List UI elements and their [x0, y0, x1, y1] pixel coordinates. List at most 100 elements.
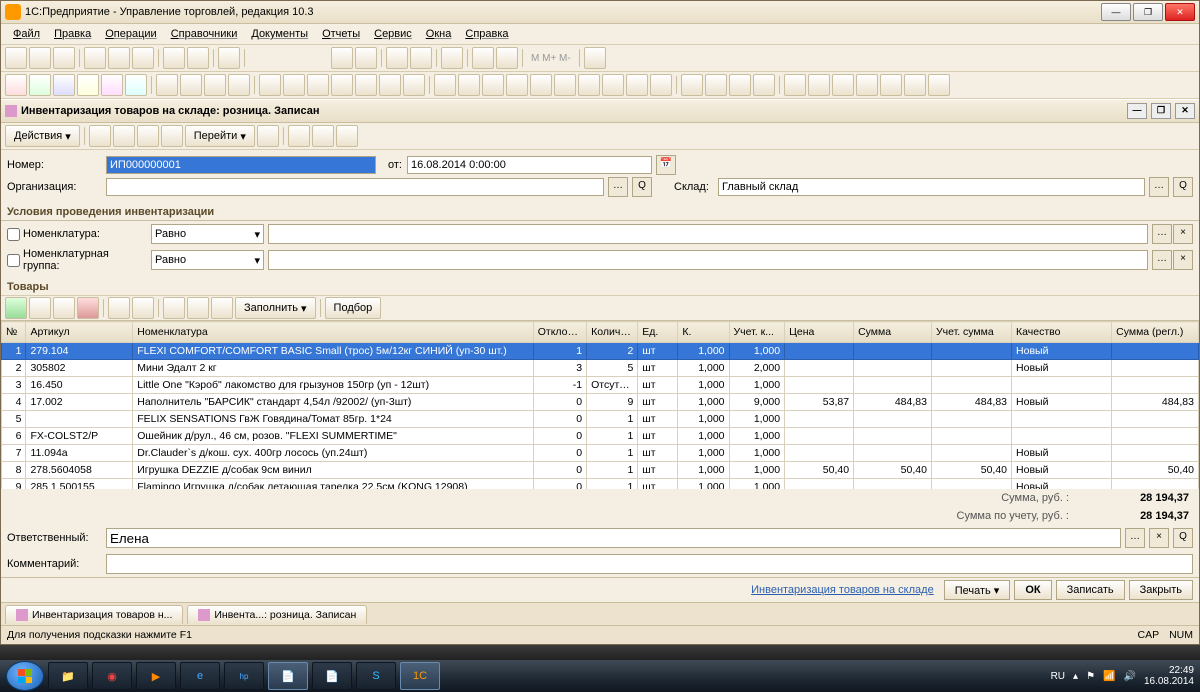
task-hp-icon[interactable]: hp — [224, 662, 264, 690]
doc-min-button[interactable]: — — [1127, 103, 1147, 119]
tb-copy-icon[interactable] — [108, 47, 130, 69]
tb-doc-icon[interactable] — [77, 74, 99, 96]
menu-documents[interactable]: Документы — [245, 26, 314, 42]
menu-catalogs[interactable]: Справочники — [165, 26, 244, 42]
tray-clock[interactable]: 22:49 16.08.2014 — [1144, 665, 1194, 688]
menu-help[interactable]: Справка — [459, 26, 514, 42]
tray-lang[interactable]: RU — [1051, 671, 1065, 682]
maximize-button[interactable]: ❐ — [1133, 3, 1163, 21]
ab-refresh-icon[interactable] — [113, 125, 135, 147]
tb-chart-icon[interactable] — [650, 74, 672, 96]
print-button[interactable]: Печать ▾ — [944, 580, 1011, 600]
tb-chart-icon[interactable] — [554, 74, 576, 96]
tray-flag-icon[interactable]: ⚑ — [1086, 671, 1095, 682]
tb-report-icon[interactable] — [283, 74, 305, 96]
tb-redo-icon[interactable] — [187, 47, 209, 69]
sklad-input[interactable] — [718, 178, 1145, 196]
tb-dropdown-icon[interactable] — [355, 47, 377, 69]
tb-journal-icon[interactable] — [228, 74, 250, 96]
actions-menu-button[interactable]: Действия▾ — [5, 125, 80, 147]
tb-btn-icon[interactable] — [386, 47, 408, 69]
resp-clear-button[interactable]: × — [1149, 528, 1169, 548]
task-skype-icon[interactable]: S — [356, 662, 396, 690]
tb-btn-icon[interactable] — [331, 47, 353, 69]
number-input[interactable] — [106, 156, 376, 174]
table-row[interactable]: 5FELIX SENSATIONS ГвЖ Говядина/Томат 85г… — [2, 411, 1199, 428]
col-article[interactable]: Артикул — [26, 322, 133, 343]
col-qty[interactable]: Количество — [587, 322, 638, 343]
tb-chart-icon[interactable] — [434, 74, 456, 96]
menu-file[interactable]: Файл — [7, 26, 46, 42]
task-media-icon[interactable]: ▶ — [136, 662, 176, 690]
group-checkbox[interactable] — [7, 254, 20, 267]
sklad-select-button[interactable]: … — [1149, 177, 1169, 197]
tt-add-icon[interactable] — [5, 297, 27, 319]
ab-save-icon[interactable] — [89, 125, 111, 147]
tray-arrow-icon[interactable]: ▴ — [1073, 671, 1078, 682]
task-app2-icon[interactable]: 📄 — [312, 662, 352, 690]
tb-misc-icon[interactable] — [904, 74, 926, 96]
col-n[interactable]: № — [2, 322, 26, 343]
tt-movedown-icon[interactable] — [132, 297, 154, 319]
tb-misc-icon[interactable] — [880, 74, 902, 96]
col-nomenclature[interactable]: Номенклатура — [133, 322, 533, 343]
col-price[interactable]: Цена — [785, 322, 854, 343]
nom-select-button[interactable]: … — [1152, 224, 1172, 244]
col-unit[interactable]: Ед. — [638, 322, 678, 343]
col-acct-sum[interactable]: Учет. сумма — [931, 322, 1011, 343]
col-quality[interactable]: Качество — [1012, 322, 1112, 343]
org-select-button[interactable]: … — [608, 177, 628, 197]
ab-print-icon[interactable] — [288, 125, 310, 147]
tb-report-icon[interactable] — [331, 74, 353, 96]
menu-operations[interactable]: Операции — [99, 26, 162, 42]
table-row[interactable]: 711.094aDr.Clauder`s д/кош. сух. 400гр л… — [2, 445, 1199, 462]
tb-misc-icon[interactable] — [856, 74, 878, 96]
menu-service[interactable]: Сервис — [368, 26, 418, 42]
sklad-open-button[interactable]: Q — [1173, 177, 1193, 197]
date-input[interactable] — [407, 156, 652, 174]
ab-export-icon[interactable] — [312, 125, 334, 147]
group-clear-button[interactable]: × — [1173, 250, 1193, 270]
tb-new-icon[interactable] — [5, 47, 27, 69]
tray-net-icon[interactable]: 📶 — [1103, 671, 1115, 682]
tb-btn-icon[interactable] — [410, 47, 432, 69]
tb-misc-icon[interactable] — [681, 74, 703, 96]
org-open-button[interactable]: Q — [632, 177, 652, 197]
nom-clear-button[interactable]: × — [1173, 224, 1193, 244]
tt-filter-icon[interactable] — [211, 297, 233, 319]
group-operator-select[interactable]: Равно▾ — [151, 250, 264, 270]
ok-button[interactable]: ОК — [1014, 580, 1051, 600]
resp-input[interactable] — [106, 528, 1121, 548]
nom-checkbox[interactable] — [7, 228, 20, 241]
tb-journal-icon[interactable] — [156, 74, 178, 96]
tb-chart-icon[interactable] — [578, 74, 600, 96]
select-button[interactable]: Подбор — [325, 297, 382, 319]
tb-paste-icon[interactable] — [132, 47, 154, 69]
col-deviation[interactable]: Отклоне... — [533, 322, 586, 343]
tb-save-icon[interactable] — [53, 47, 75, 69]
tab-doc-1[interactable]: Инвентаризация товаров н... — [5, 605, 183, 624]
task-1c-icon[interactable]: 1C — [400, 662, 440, 690]
tb-journal-icon[interactable] — [204, 74, 226, 96]
table-row[interactable]: 8278.5604058Игрушка DEZZIE д/собак 9см в… — [2, 462, 1199, 479]
tb-info-icon[interactable] — [441, 47, 463, 69]
ab-help-icon[interactable] — [257, 125, 279, 147]
tb-report-icon[interactable] — [259, 74, 281, 96]
table-row[interactable]: 316.450Little One "Кэроб" лакомство для … — [2, 377, 1199, 394]
tb-misc-icon[interactable] — [928, 74, 950, 96]
start-button[interactable] — [6, 661, 44, 691]
tb-misc-icon[interactable] — [729, 74, 751, 96]
tb-doc-icon[interactable] — [5, 74, 27, 96]
close-button[interactable]: ✕ — [1165, 3, 1195, 21]
org-input[interactable] — [106, 178, 604, 196]
group-select-button[interactable]: … — [1152, 250, 1172, 270]
menu-reports[interactable]: Отчеты — [316, 26, 366, 42]
system-tray[interactable]: RU ▴ ⚑ 📶 🔊 22:49 16.08.2014 — [1051, 665, 1194, 688]
tt-sortdesc-icon[interactable] — [187, 297, 209, 319]
table-row[interactable]: 2305802Мини Эдалт 2 кг35шт1,0002,000Новы… — [2, 360, 1199, 377]
ab-folder-icon[interactable] — [137, 125, 159, 147]
tb-help-icon[interactable] — [584, 47, 606, 69]
tb-report-icon[interactable] — [307, 74, 329, 96]
menu-edit[interactable]: Правка — [48, 26, 97, 42]
tt-sortasc-icon[interactable] — [163, 297, 185, 319]
